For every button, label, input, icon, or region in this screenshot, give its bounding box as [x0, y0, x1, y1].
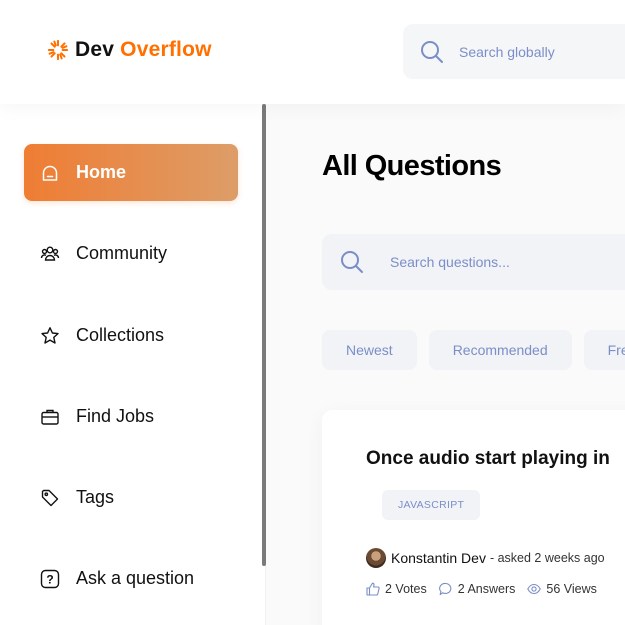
sidebar-item-label: Home	[76, 162, 127, 182]
sidebar-item-label: Tags	[76, 487, 115, 507]
sidebar-item-label: Collections	[76, 325, 165, 345]
question-icon: ?	[40, 569, 60, 589]
users-icon	[40, 244, 60, 264]
filter-newest[interactable]: Newest	[322, 330, 417, 370]
tag-icon	[40, 488, 60, 508]
views-stat: 56 Views	[527, 582, 597, 596]
question-author-row: Konstantin Dev - asked 2 weeks ago	[366, 548, 605, 568]
sidebar-item-label: Ask a question	[76, 568, 195, 588]
sidebar-item-community[interactable]: Community	[24, 225, 238, 282]
question-card: Once audio start playing in JAVASCRIPT K…	[322, 410, 625, 625]
author-name[interactable]: Konstantin Dev	[391, 550, 486, 566]
home-icon	[40, 163, 60, 183]
top-navbar: Dev Overflow	[0, 0, 625, 104]
answers-count: 2 Answers	[457, 582, 516, 596]
asked-time: - asked 2 weeks ago	[489, 551, 605, 565]
sidebar-item-label: Find Jobs	[76, 406, 155, 426]
answers-stat: 2 Answers	[438, 582, 516, 596]
sidebar-item-ask-question[interactable]: ? Ask a question	[24, 550, 238, 607]
logo-text-dev: Dev	[75, 38, 115, 61]
filter-recommended[interactable]: Recommended	[428, 330, 572, 370]
logo-text: Dev Overflow	[75, 38, 212, 62]
views-count: 56 Views	[546, 582, 597, 596]
votes-count: 2 Votes	[385, 582, 427, 596]
question-title[interactable]: Once audio start playing in	[366, 448, 610, 470]
filter-tabs: Newest Recommended Frequent	[322, 330, 625, 370]
sidebar-item-tags[interactable]: Tags	[24, 469, 238, 526]
sidebar-item-collections[interactable]: Collections	[24, 307, 238, 364]
message-icon	[438, 582, 452, 596]
sidebar-item-label: Community	[76, 243, 168, 263]
svg-text:?: ?	[46, 572, 53, 586]
thumbs-up-icon	[366, 582, 380, 596]
question-stats: 2 Votes 2 Answers 56 Views	[366, 582, 597, 596]
sidebar-item-find-jobs[interactable]: Find Jobs	[24, 388, 238, 445]
left-sidebar: Home Community Collections Find Jobs Tag…	[0, 104, 266, 625]
votes-stat: 2 Votes	[366, 582, 427, 596]
briefcase-icon	[40, 407, 60, 427]
search-icon	[341, 251, 363, 273]
eye-icon	[527, 583, 542, 595]
sunburst-logo-icon	[47, 39, 69, 61]
question-tag[interactable]: JAVASCRIPT	[382, 490, 481, 520]
avatar[interactable]	[366, 548, 386, 568]
global-search-bar[interactable]	[403, 24, 625, 79]
question-search-bar[interactable]	[322, 234, 625, 290]
sidebar-item-home[interactable]: Home	[24, 144, 238, 201]
star-icon	[40, 326, 60, 346]
page-title: All Questions	[322, 150, 502, 182]
logo[interactable]: Dev Overflow	[47, 38, 212, 62]
main-content: All Questions Newest Recommended Frequen…	[266, 104, 625, 625]
question-search-input[interactable]	[390, 254, 590, 270]
logo-text-overflow: Overflow	[120, 38, 212, 61]
global-search-input[interactable]	[459, 43, 609, 60]
search-icon	[421, 40, 443, 63]
filter-frequent[interactable]: Frequent	[583, 330, 625, 370]
